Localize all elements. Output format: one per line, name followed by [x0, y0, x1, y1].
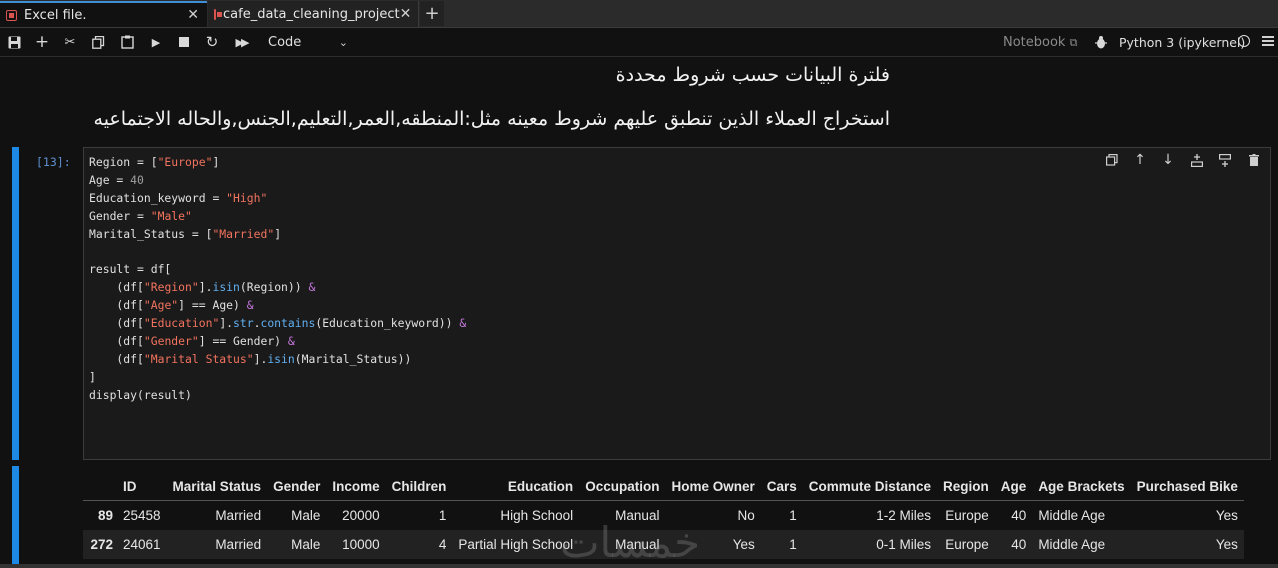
column-header: ID: [119, 473, 167, 501]
table-cell: Partial High School: [452, 530, 580, 559]
table-cell: 24061: [119, 530, 167, 559]
column-header: Region: [937, 473, 995, 501]
delete-cell-icon[interactable]: [1246, 152, 1262, 168]
chevron-down-icon: ⌄: [338, 35, 348, 49]
table-row: 89 25458 Married Male 20000 1 High Schoo…: [83, 500, 1244, 530]
restart-icon[interactable]: ↻: [202, 33, 222, 51]
table-cell: 1: [385, 500, 453, 530]
table-cell: Married: [166, 530, 268, 559]
paste-icon[interactable]: [117, 33, 137, 51]
insert-below-icon[interactable]: [1217, 152, 1233, 168]
tab-label: cafe_data_cleaning_project: [223, 6, 400, 22]
execution-count: [13]:: [36, 155, 71, 169]
table-cell: 40: [994, 530, 1033, 559]
table-cell: Male: [267, 530, 327, 559]
insert-above-icon[interactable]: [1189, 152, 1205, 168]
notebook-toolbar: + ✂ ▶ ↻ ▶▶ Code ⌄ Notebook ⧉ Python 3 (i…: [0, 28, 1278, 57]
duplicate-cell-icon[interactable]: [1104, 152, 1120, 168]
cell-type-select[interactable]: Code ⌄: [262, 31, 354, 53]
column-header: Gender: [267, 473, 327, 501]
table-cell: No: [665, 500, 761, 530]
save-icon[interactable]: [4, 33, 24, 51]
external-link-icon: ⧉: [1069, 36, 1078, 49]
notebook-link-label: Notebook: [1003, 35, 1066, 50]
horizontal-scrollbar[interactable]: [0, 564, 1278, 568]
table-cell: Europe: [937, 530, 995, 559]
table-cell: Married: [166, 500, 268, 530]
column-header: Age: [994, 473, 1033, 501]
column-header: Children: [385, 473, 453, 501]
table-cell: Yes: [1130, 500, 1244, 530]
menu-icon[interactable]: [1262, 36, 1274, 48]
tab-excel-file[interactable]: Excel file. ✕: [0, 1, 207, 27]
kernel-name[interactable]: Python 3 (ipykernel): [1119, 35, 1245, 50]
column-header: Education: [452, 473, 580, 501]
cell-toolbar: ↑ ↓: [1104, 152, 1264, 170]
table-header-row: ID Marital Status Gender Income Children…: [83, 473, 1244, 501]
table-cell: 40: [994, 500, 1033, 530]
fast-forward-icon[interactable]: ▶▶: [231, 33, 251, 51]
cut-icon[interactable]: ✂: [60, 33, 80, 51]
markdown-heading: فلترة البيانات حسب شروط محددة: [615, 64, 890, 86]
add-cell-icon[interactable]: +: [32, 32, 52, 52]
table-cell: 4: [385, 530, 453, 559]
code-editor[interactable]: Region = ["Europe"] Age = 40 Education_k…: [83, 147, 1271, 460]
notebook-icon: [6, 9, 17, 21]
table-cell: Europe: [937, 500, 995, 530]
table-cell: Yes: [665, 530, 761, 559]
row-index: 89: [83, 500, 119, 530]
cell-type-value: Code: [268, 34, 302, 50]
column-header: Purchased Bike: [1130, 473, 1244, 501]
row-index: 272: [83, 530, 119, 559]
table-cell: 1: [760, 500, 803, 530]
copy-icon[interactable]: [88, 33, 108, 51]
active-cell-indicator[interactable]: [12, 147, 19, 460]
table-cell: Male: [267, 500, 327, 530]
markdown-description: استخراج العملاء الذين تنطبق عليهم شروط م…: [93, 108, 890, 130]
notebook-link[interactable]: Notebook ⧉: [1003, 35, 1077, 50]
column-header: Commute Distance: [802, 473, 938, 501]
kernel-status-icon: [1238, 35, 1250, 47]
column-header: [83, 473, 119, 501]
table-cell: 0-1 Miles: [802, 530, 938, 559]
notebook-icon: [214, 8, 222, 20]
table-cell: Middle Age: [1032, 500, 1131, 530]
table-cell: Yes: [1130, 530, 1244, 559]
column-header: Marital Status: [166, 473, 268, 501]
code-text[interactable]: Region = ["Europe"] Age = 40 Education_k…: [89, 154, 466, 405]
column-header: Income: [326, 473, 386, 501]
stop-icon[interactable]: [174, 33, 194, 51]
close-icon[interactable]: ✕: [400, 6, 412, 22]
move-up-icon[interactable]: ↑: [1132, 152, 1148, 168]
tab-label: Excel file.: [24, 7, 87, 23]
column-header: Home Owner: [665, 473, 761, 501]
run-icon[interactable]: ▶: [146, 33, 166, 51]
table-cell: 20000: [326, 500, 386, 530]
table-cell: 10000: [326, 530, 386, 559]
output-dataframe: ID Marital Status Gender Income Children…: [83, 473, 1244, 559]
tab-bar: Excel file. ✕ cafe_data_cleaning_project…: [0, 0, 1278, 28]
column-header: Occupation: [579, 473, 666, 501]
table-cell: 25458: [119, 500, 167, 530]
table-cell: Middle Age: [1032, 530, 1131, 559]
new-tab-button[interactable]: +: [420, 1, 444, 26]
output-cell-indicator[interactable]: [12, 466, 19, 568]
table-row: 272 24061 Married Male 10000 4 Partial H…: [83, 530, 1244, 559]
table-cell: 1: [760, 530, 803, 559]
table-cell: 1-2 Miles: [802, 500, 938, 530]
table-cell: Manual: [579, 500, 666, 530]
table-cell: Manual: [579, 530, 666, 559]
move-down-icon[interactable]: ↓: [1160, 152, 1176, 168]
column-header: Age Brackets: [1032, 473, 1131, 501]
close-icon[interactable]: ✕: [187, 7, 199, 23]
column-header: Cars: [760, 473, 803, 501]
bug-icon[interactable]: [1091, 33, 1111, 51]
tab-cafe-data-cleaning-project[interactable]: cafe_data_cleaning_project ✕: [208, 1, 419, 27]
table-cell: High School: [452, 500, 580, 530]
